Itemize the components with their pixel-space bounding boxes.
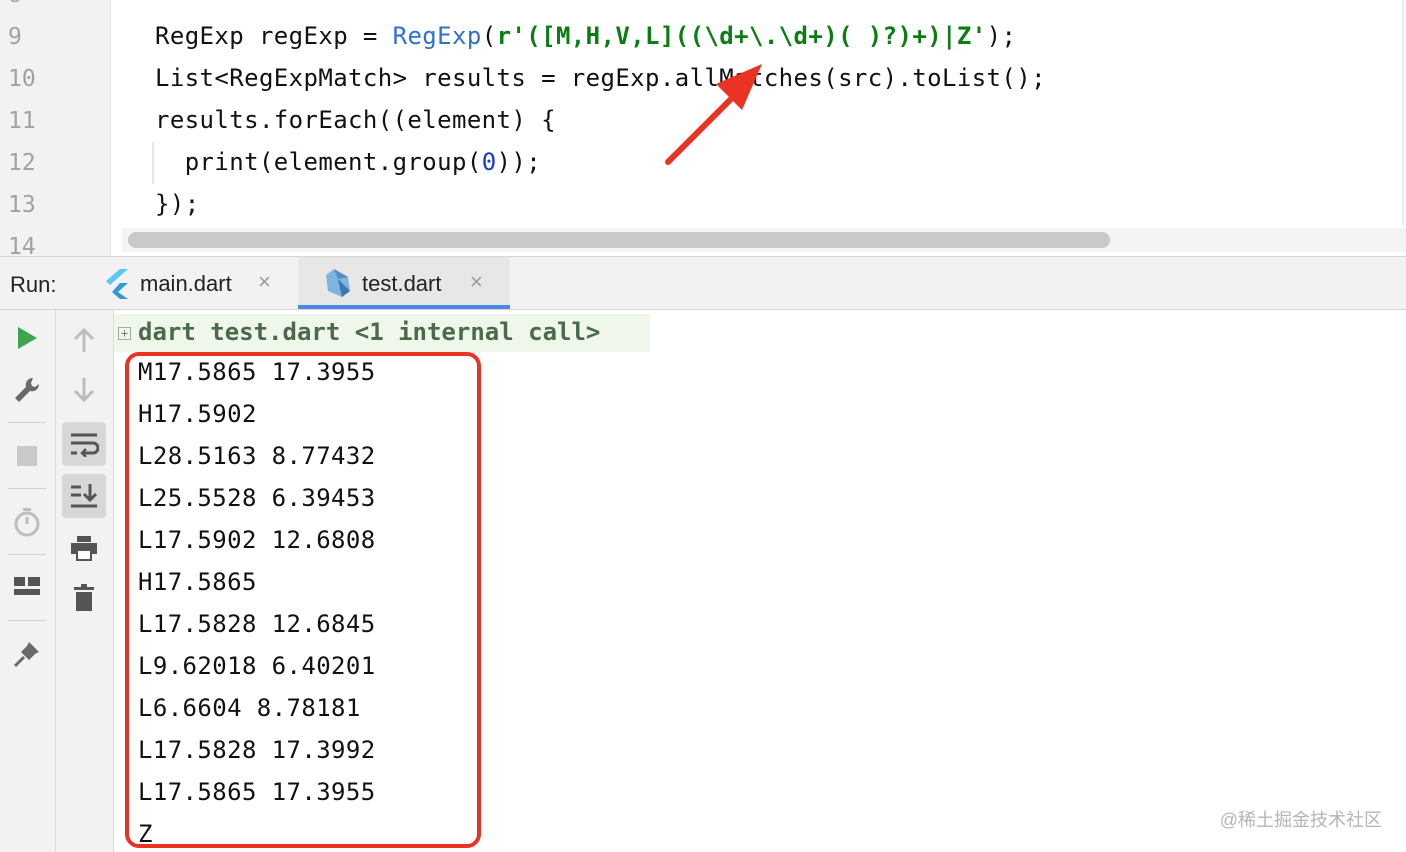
code-line-13[interactable]: }); <box>155 190 200 218</box>
trash-icon[interactable] <box>64 578 104 618</box>
code-token-number: 0 <box>481 148 497 176</box>
line-number: 8 <box>8 0 22 8</box>
run-icon[interactable] <box>7 318 47 358</box>
pin-icon[interactable] <box>7 634 47 674</box>
line-number: 12 <box>8 150 36 176</box>
timer-icon[interactable] <box>7 502 47 542</box>
up-arrow-icon[interactable] <box>64 320 104 360</box>
line-number: 13 <box>8 192 36 218</box>
flutter-icon <box>106 269 128 299</box>
code-line-11[interactable]: results.forEach((element) { <box>155 106 556 134</box>
watermark: @稀土掘金技术社区 <box>1219 810 1382 830</box>
run-toolbar-primary <box>0 310 56 852</box>
console-output[interactable]: + dart test.dart <1 internal call> M17.5… <box>114 310 1406 852</box>
dart-icon <box>326 269 350 297</box>
right-margin-guide <box>1402 0 1404 226</box>
code-line-9[interactable]: RegExp regExp = RegExp(r'([M,H,V,L]((\d+… <box>155 22 1016 50</box>
tab-test-dart[interactable]: test.dart × <box>298 257 510 309</box>
run-toolbar-secondary <box>56 310 114 852</box>
console-command: dart test.dart <1 internal call> <box>138 318 601 346</box>
annotation-highlight-box <box>125 352 481 848</box>
indent-guide <box>152 142 154 184</box>
line-number: 11 <box>8 108 36 134</box>
horizontal-scrollbar-thumb[interactable] <box>128 232 1110 248</box>
scroll-to-end-icon[interactable] <box>62 474 106 518</box>
code-token: ( <box>481 22 497 50</box>
print-icon[interactable] <box>64 528 104 568</box>
line-number: 9 <box>8 24 22 50</box>
close-icon[interactable]: × <box>470 269 483 295</box>
code-token: RegExp regExp = <box>155 22 393 50</box>
down-arrow-icon[interactable] <box>64 370 104 410</box>
soft-wrap-icon[interactable] <box>62 422 106 466</box>
active-tab-indicator <box>298 305 510 309</box>
code-editor[interactable]: 8 9 10 11 12 13 14 RegExp regExp = RegEx… <box>0 0 1406 256</box>
line-number: 10 <box>8 66 36 92</box>
code-token-string: r'([M,H,V,L]((\d+\.\d+)( )?)+)|Z' <box>496 22 987 50</box>
code-line-10[interactable]: List<RegExpMatch> results = regExp.allMa… <box>155 64 1046 92</box>
console-command-line: + dart test.dart <1 internal call> <box>114 314 650 352</box>
annotation-arrow-icon <box>665 64 762 165</box>
line-number: 14 <box>8 234 36 256</box>
code-token: ); <box>986 22 1017 50</box>
expand-icon[interactable]: + <box>118 327 131 340</box>
stop-icon[interactable] <box>7 436 47 476</box>
tab-label: main.dart <box>140 271 232 296</box>
close-icon[interactable]: × <box>258 269 271 295</box>
code-line-12[interactable]: print(element.group(0)); <box>155 148 541 176</box>
code-token-type: RegExp <box>392 22 482 50</box>
tab-main-dart[interactable]: main.dart × <box>100 257 296 309</box>
code-token: print(element.group( <box>155 148 482 176</box>
wrench-icon[interactable] <box>7 370 47 410</box>
tab-label: test.dart <box>362 271 442 296</box>
code-token: )); <box>496 148 542 176</box>
line-number-gutter: 8 9 10 11 12 13 14 <box>0 0 111 256</box>
layout-icon[interactable] <box>7 568 47 608</box>
run-tool-window-header: Run: main.dart × test.dart × <box>0 256 1406 310</box>
run-label: Run: <box>10 272 57 297</box>
